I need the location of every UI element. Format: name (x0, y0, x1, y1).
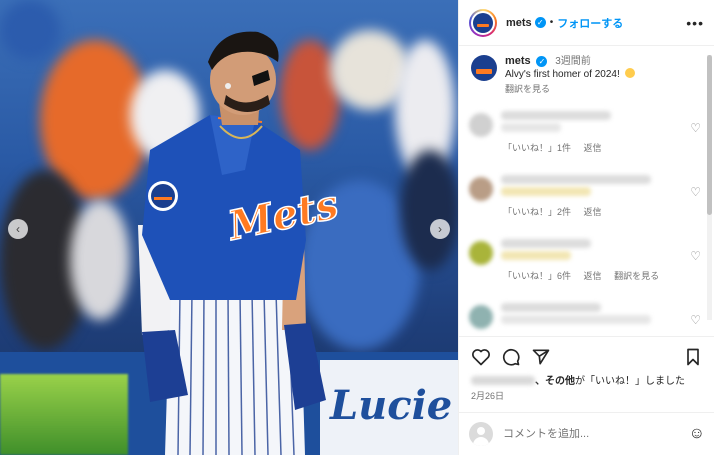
comment-translate-link[interactable]: 翻訳を見る (614, 271, 659, 281)
comment-meta: 「いいね！」2件 返信 (503, 205, 612, 218)
comment-reply-button[interactable]: 返信 (584, 271, 602, 281)
next-photo-button[interactable]: › (430, 219, 450, 239)
caption-username[interactable]: mets (505, 55, 531, 67)
comment-blurred-text (501, 303, 601, 312)
follow-button[interactable]: フォローする (557, 15, 623, 31)
header-username[interactable]: mets (506, 17, 532, 29)
scrollbar-thumb[interactable] (707, 55, 712, 215)
comment-blurred-text (501, 187, 591, 196)
profile-avatar[interactable] (469, 8, 497, 37)
post-header: mets ✓ • フォローする ••• (459, 0, 714, 46)
post-caption: mets ✓ 3週間前 Alvy's first homer of 2024! … (459, 47, 714, 96)
post-actions-bar (459, 336, 714, 376)
comment-likes-count[interactable]: 「いいね！」6件 (503, 271, 571, 281)
player-figure: Mets (138, 31, 343, 455)
chevron-right-icon: › (438, 222, 442, 236)
comment-blurred-text (501, 315, 651, 324)
comment-like-heart-icon[interactable]: ♡ (690, 121, 701, 135)
emoji-picker-icon[interactable]: ☺ (689, 425, 705, 443)
more-options-icon[interactable]: ••• (686, 15, 704, 31)
comment-avatar[interactable] (469, 241, 493, 265)
comment-item: 「いいね！」1件 返信 ♡ (469, 109, 701, 159)
comment-meta: 「いいね！」6件 返信 翻訳を見る (503, 269, 669, 282)
post-side-panel: mets ✓ • フォローする ••• mets ✓ 3週間前 Alvy's f… (458, 0, 714, 455)
comment-blurred-text (501, 239, 591, 248)
comment-avatar[interactable] (469, 177, 493, 201)
post-date[interactable]: 2月26日 (471, 389, 504, 402)
comment-bubble-icon[interactable] (501, 347, 521, 367)
post-photo[interactable]: Lucie Mets ‹ › (0, 0, 458, 455)
comment-like-heart-icon[interactable]: ♡ (690, 185, 701, 199)
comments-list[interactable]: mets ✓ 3週間前 Alvy's first homer of 2024! … (459, 47, 714, 335)
liker-blurred-name (471, 376, 535, 385)
save-bookmark-icon[interactable] (683, 347, 703, 367)
caption-text: Alvy's first homer of 2024! (505, 69, 620, 80)
comment-item: ♡ (469, 301, 701, 335)
comment-input[interactable] (503, 428, 673, 440)
chevron-left-icon: ‹ (16, 222, 20, 236)
comment-avatar[interactable] (469, 113, 493, 137)
comment-item: 「いいね！」6件 返信 翻訳を見る ♡ (469, 237, 701, 287)
comment-blurred-text (501, 123, 561, 132)
likes-others-link[interactable]: 、その他 (535, 376, 575, 387)
comment-blurred-text (501, 175, 651, 184)
heart-eyes-emoji-icon (624, 68, 635, 78)
current-user-avatar-icon (469, 422, 493, 446)
share-send-icon[interactable] (531, 347, 551, 367)
header-separator: • (549, 17, 554, 28)
comment-like-heart-icon[interactable]: ♡ (690, 249, 701, 263)
comment-avatar[interactable] (469, 305, 493, 329)
comment-meta: 「いいね！」1件 返信 (503, 141, 612, 154)
comment-like-heart-icon[interactable]: ♡ (690, 313, 701, 327)
likes-quote: 「いいね！」 (585, 376, 645, 387)
likes-summary: 、その他が「いいね！」しました (471, 372, 685, 387)
comment-likes-count[interactable]: 「いいね！」2件 (503, 207, 571, 217)
comment-blurred-text (501, 251, 571, 260)
previous-photo-button[interactable]: ‹ (8, 219, 28, 239)
comments-scrollbar[interactable] (707, 55, 712, 320)
likes-end: しました (645, 376, 685, 387)
caption-avatar[interactable] (471, 55, 497, 81)
comment-reply-button[interactable]: 返信 (584, 207, 602, 217)
comment-reply-button[interactable]: 返信 (584, 143, 602, 153)
likes-particle: が (575, 376, 585, 387)
caption-time: 3週間前 (555, 56, 591, 67)
verified-badge-icon: ✓ (536, 56, 548, 67)
mets-logo-icon (473, 12, 493, 33)
comment-likes-count[interactable]: 「いいね！」1件 (503, 143, 571, 153)
caption-translate-link[interactable]: 翻訳を見る (505, 83, 635, 96)
verified-badge-icon: ✓ (534, 17, 546, 28)
add-comment-bar: ☺ (459, 412, 714, 455)
comment-item: 「いいね！」2件 返信 ♡ (469, 173, 701, 223)
like-heart-icon[interactable] (471, 347, 491, 367)
comment-blurred-text (501, 111, 611, 120)
mets-logo-icon (471, 55, 497, 81)
